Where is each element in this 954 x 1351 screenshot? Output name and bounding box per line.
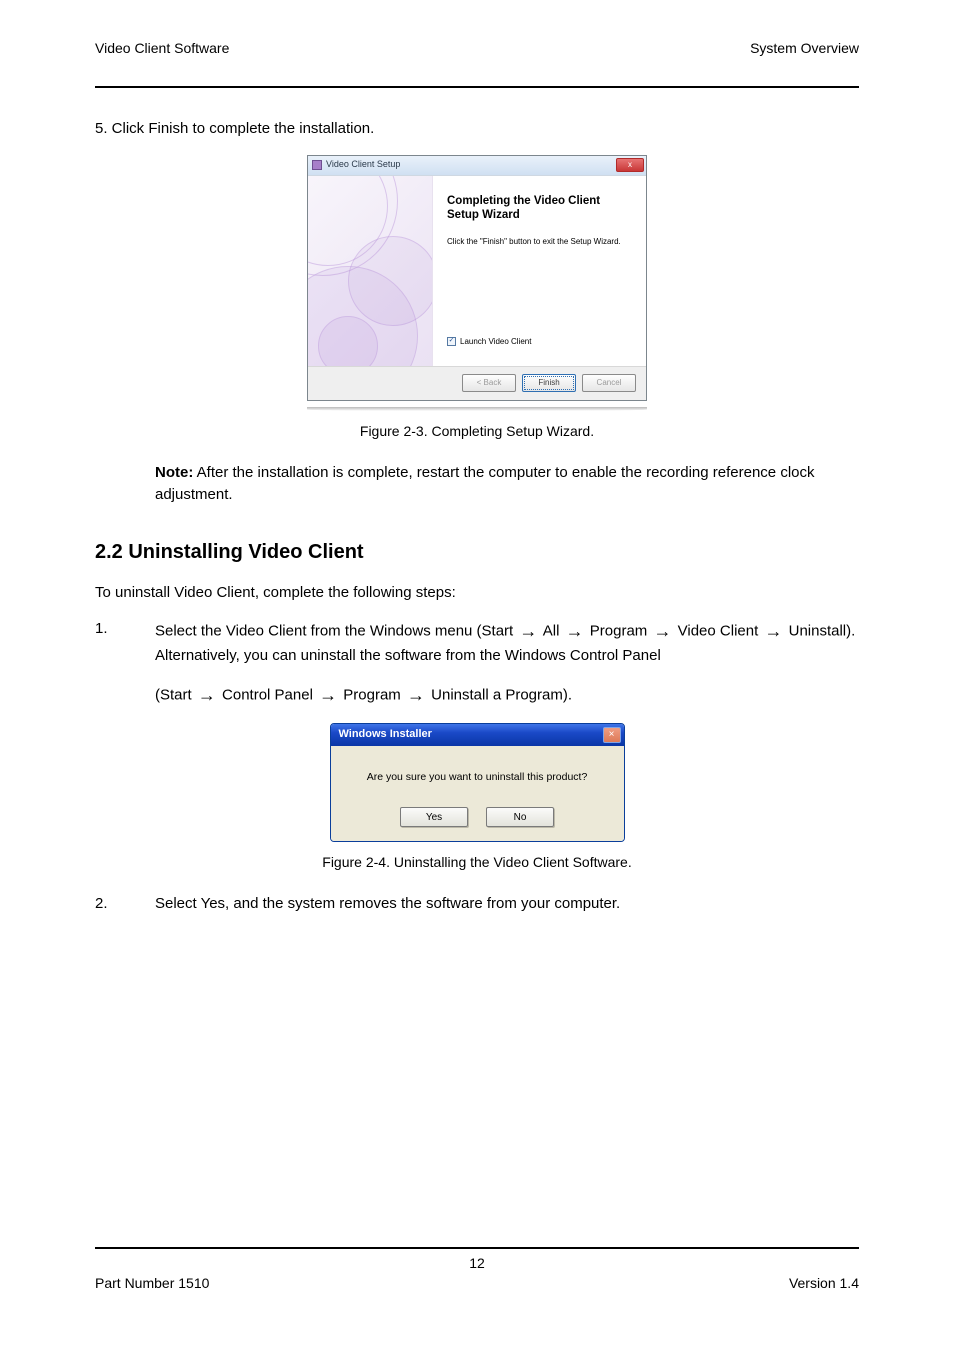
arrow-icon: → <box>519 618 537 645</box>
msi-body: Are you sure you want to uninstall this … <box>331 746 624 842</box>
note-label: Note: <box>155 464 193 481</box>
installer-icon <box>312 160 322 170</box>
wizard-dialog: Video Client Setup x Completing the Vide… <box>307 155 647 401</box>
alt-path-c: Program <box>343 686 401 703</box>
launch-checkbox-label: Launch Video Client <box>460 336 531 348</box>
step2-text: Select Yes, and the system removes the s… <box>155 893 859 916</box>
step1-seg2: All <box>543 622 560 639</box>
page-number: 12 <box>95 1255 859 1271</box>
step1-seg4: Video Client <box>678 622 759 639</box>
alt-path-a: (Start <box>155 686 192 703</box>
wizard-side-graphic <box>308 176 433 366</box>
no-button[interactable]: No <box>486 807 554 827</box>
step2-number: 2. <box>95 893 155 916</box>
launch-checkbox[interactable]: ✓ <box>447 337 456 346</box>
close-button[interactable]: x <box>616 158 644 172</box>
uninstall-intro: To uninstall Video Client, complete the … <box>95 582 859 605</box>
footer-left: Part Number 1510 <box>95 1275 209 1291</box>
wizard-instruction: Click the "Finish" button to exit the Se… <box>447 236 632 248</box>
footer-rule <box>95 1247 859 1249</box>
wizard-right-panel: Completing the Video Client Setup Wizard… <box>433 176 646 366</box>
wizard-body: Completing the Video Client Setup Wizard… <box>308 176 646 366</box>
wizard-window-title: Video Client Setup <box>326 158 616 172</box>
arrow-icon: → <box>407 682 425 709</box>
wizard-heading: Completing the Video Client Setup Wizard <box>447 194 632 223</box>
msi-dialog: Windows Installer × Are you sure you wan… <box>330 723 625 843</box>
alt-path-d: Uninstall a Program). <box>431 686 572 703</box>
arrow-icon: → <box>566 618 584 645</box>
back-button[interactable]: < Back <box>462 374 516 392</box>
step1-seg1: Select the Video Client from the Windows… <box>155 622 513 639</box>
arrow-icon: → <box>764 618 782 645</box>
wizard-titlebar: Video Client Setup x <box>308 156 646 176</box>
uninstall-alt: Alternatively, you can uninstall the sof… <box>95 645 859 668</box>
arrow-icon: → <box>653 618 671 645</box>
finish-button[interactable]: Finish <box>522 374 576 392</box>
section-2-2-heading: 2.2 Uninstalling Video Client <box>95 537 859 567</box>
header-left: Video Client Software <box>95 40 229 56</box>
arrow-icon: → <box>319 682 337 709</box>
step1-number: 1. <box>95 618 155 645</box>
wizard-footer: < Back Finish Cancel <box>308 366 646 400</box>
alt-path-b: Control Panel <box>222 686 313 703</box>
note-text: After the installation is complete, rest… <box>155 464 815 504</box>
header-right: System Overview <box>750 40 859 56</box>
header-rule <box>95 86 859 88</box>
figure-2-3-caption: Figure 2-3. Completing Setup Wizard. <box>95 421 859 442</box>
footer-right: Version 1.4 <box>789 1275 859 1291</box>
figure-2-4-caption: Figure 2-4. Uninstalling the Video Clien… <box>95 852 859 873</box>
wizard-shadow <box>307 407 647 411</box>
step1-seg3: Program <box>590 622 648 639</box>
msi-title: Windows Installer <box>339 726 603 743</box>
step5-text: 5. Click Finish to complete the installa… <box>95 118 859 141</box>
msi-titlebar: Windows Installer × <box>331 724 624 746</box>
yes-button[interactable]: Yes <box>400 807 468 827</box>
step1-seg5: Uninstall). <box>789 622 856 639</box>
cancel-button[interactable]: Cancel <box>582 374 636 392</box>
arrow-icon: → <box>198 682 216 709</box>
msi-message: Are you sure you want to uninstall this … <box>345 770 610 786</box>
close-button[interactable]: × <box>603 727 621 743</box>
